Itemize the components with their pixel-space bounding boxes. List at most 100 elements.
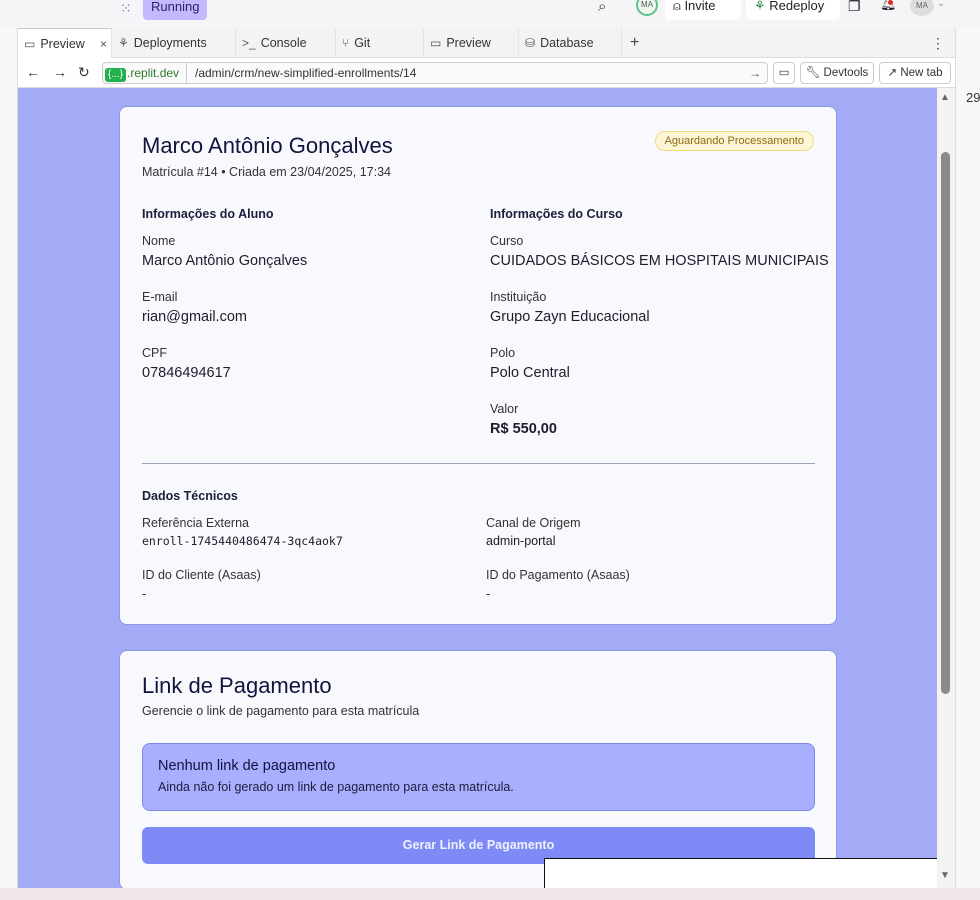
url-field[interactable]: {...} .replit.dev /admin/crm/new-simplifi…: [102, 62, 768, 84]
viewport-scrollbar[interactable]: ▲ ▼: [937, 88, 955, 888]
empty-notice-title: Nenhum link de pagamento: [158, 758, 336, 774]
channel-label: Canal de Origem: [486, 516, 581, 530]
institution-label: Instituição: [490, 290, 547, 304]
tab-git[interactable]: ⑂ Git: [336, 28, 424, 58]
deploy-icon: ⚘: [754, 0, 766, 13]
arrow-right-icon[interactable]: →: [749, 63, 761, 83]
tab-console[interactable]: >_ Console: [236, 28, 336, 58]
reload-icon[interactable]: ↻: [78, 64, 90, 81]
student-section-title: Informações do Aluno: [142, 207, 274, 221]
empty-payment-notice: Nenhum link de pagamento Ainda não foi g…: [142, 743, 815, 811]
new-tab-label: New tab: [900, 67, 943, 79]
right-panel-number: 29: [966, 90, 980, 105]
cpf-label: CPF: [142, 346, 167, 360]
client-id-value: -: [142, 587, 147, 601]
tab-preview[interactable]: ▭ Preview ×: [18, 28, 112, 58]
client-id-label: ID do Cliente (Asaas): [142, 568, 261, 582]
invite-label: Invite: [684, 0, 716, 13]
tech-section-title: Dados Técnicos: [142, 489, 238, 503]
name-value: Marco Antônio Gonçalves: [142, 253, 308, 269]
tab-label: Preview: [446, 36, 491, 50]
monitor-icon: ▭: [24, 37, 36, 51]
status-badge: Aguardando Processamento: [654, 131, 814, 151]
url-domain: {...} .replit.dev: [103, 63, 183, 83]
course-label: Curso: [490, 234, 524, 248]
wrench-icon: 🔧︎: [805, 67, 821, 79]
name-label: Nome: [142, 234, 176, 248]
course-section-title: Informações do Curso: [490, 207, 623, 221]
bottom-edge: [0, 888, 980, 900]
top-app-bar: ⁙ Running ⌕ MA ⍝ Invite ⚘ Redeploy ❐ 🔔︎ …: [0, 0, 980, 28]
workspace-tabbar: ▭ Preview × ⚘ Deployments >_ Console ⑂ Git ▭…: [18, 28, 955, 58]
enrollment-subtitle: Matrícula #14 • Criada em 23/04/2025, 17…: [142, 165, 391, 179]
running-button[interactable]: Running: [143, 0, 208, 20]
preview-viewport: Marco Antônio Gonçalves Matrícula #14 • …: [18, 88, 938, 888]
ext-ref-label: Referência Externa: [142, 516, 250, 530]
search-icon[interactable]: ⌕: [598, 0, 606, 15]
url-separator: [186, 63, 187, 83]
avatar[interactable]: MA: [636, 0, 658, 16]
device-toggle-button[interactable]: ▭: [773, 62, 795, 84]
payment-id-value: -: [486, 587, 491, 601]
student-name-title: Marco Antônio Gonçalves: [142, 133, 393, 158]
enrollment-card: Marco Antônio Gonçalves Matrícula #14 • …: [119, 106, 837, 625]
tab-label: Deployments: [133, 36, 207, 50]
payment-link-card: Link de Pagamento Gerencie o link de pag…: [119, 650, 938, 888]
tab-deployments[interactable]: ⚘ Deployments: [112, 28, 236, 58]
git-icon: ⑂: [342, 36, 350, 50]
section-divider: [142, 463, 815, 464]
terminal-icon: >_: [242, 36, 256, 50]
add-tab-icon[interactable]: +: [630, 28, 639, 58]
forward-icon[interactable]: →: [53, 64, 67, 80]
empty-notice-text: Ainda não foi gerado um link de pagament…: [158, 780, 514, 794]
payment-subtitle: Gerencie o link de pagamento para esta m…: [142, 704, 420, 718]
left-panel-edge: [0, 28, 18, 900]
institution-value: Grupo Zayn Educacional: [490, 309, 650, 325]
email-value: rian@gmail.com: [142, 309, 247, 325]
tab-database[interactable]: ⛁ Database: [519, 28, 622, 58]
user-avatar[interactable]: MA: [910, 0, 934, 16]
tab-label: Git: [354, 36, 371, 50]
invite-button[interactable]: ⍝ Invite: [665, 0, 741, 20]
url-path: /admin/crm/new-simplified-enrollments/14: [195, 66, 417, 80]
preview-address-bar: ← → ↻ {...} .replit.dev /admin/crm/new-si…: [18, 58, 955, 88]
monitor-icon: ▭: [778, 67, 790, 79]
copy-icon[interactable]: ❐: [848, 0, 861, 15]
new-tab-button[interactable]: ↗ New tab: [879, 62, 951, 84]
right-panel-edge: 29: [955, 28, 980, 900]
database-icon: ⛁: [525, 36, 536, 50]
url-domain-text: .replit.dev: [127, 66, 180, 80]
redeploy-label: Redeploy: [769, 0, 825, 13]
course-value: CUIDADOS BÁSICOS EM HOSPITAIS MUNICIPAIS: [490, 253, 829, 269]
payment-title: Link de Pagamento: [142, 673, 332, 698]
monitor-icon: ▭: [430, 36, 442, 50]
polo-label: Polo: [490, 346, 516, 360]
channel-value: admin-portal: [486, 534, 556, 548]
scroll-down-icon[interactable]: ▼: [940, 870, 950, 881]
add-user-icon: ⍝: [673, 0, 681, 13]
redeploy-button[interactable]: ⚘ Redeploy: [746, 0, 840, 20]
more-options-icon[interactable]: ⋮: [931, 28, 945, 58]
devtools-button[interactable]: 🔧︎ Devtools: [800, 62, 874, 84]
tab-preview-2[interactable]: ▭ Preview: [424, 28, 519, 58]
running-dots-icon: ⁙: [120, 0, 132, 16]
scroll-up-icon[interactable]: ▲: [940, 92, 950, 103]
tab-label: Database: [540, 36, 594, 50]
scrollbar-thumb[interactable]: [941, 152, 950, 694]
devtools-label: Devtools: [823, 67, 869, 79]
deploy-icon: ⚘: [118, 36, 129, 50]
close-icon[interactable]: ×: [100, 29, 107, 59]
email-label: E-mail: [142, 290, 178, 304]
external-link-icon: ↗: [887, 67, 898, 79]
valor-label: Valor: [490, 402, 519, 416]
replit-badge: {...}: [105, 68, 127, 82]
cpf-value: 07846494617: [142, 365, 231, 381]
tab-label: Console: [260, 36, 307, 50]
tab-label: Preview: [40, 37, 85, 51]
payment-id-label: ID do Pagamento (Asaas): [486, 568, 630, 582]
chevron-down-icon[interactable]: ⌄: [937, 0, 945, 9]
back-icon[interactable]: ←: [26, 64, 40, 80]
ext-ref-value: enroll-1745440486474-3qc4aok7: [142, 534, 343, 548]
overlay-box: [544, 858, 938, 888]
valor-value: R$ 550,00: [490, 421, 557, 437]
